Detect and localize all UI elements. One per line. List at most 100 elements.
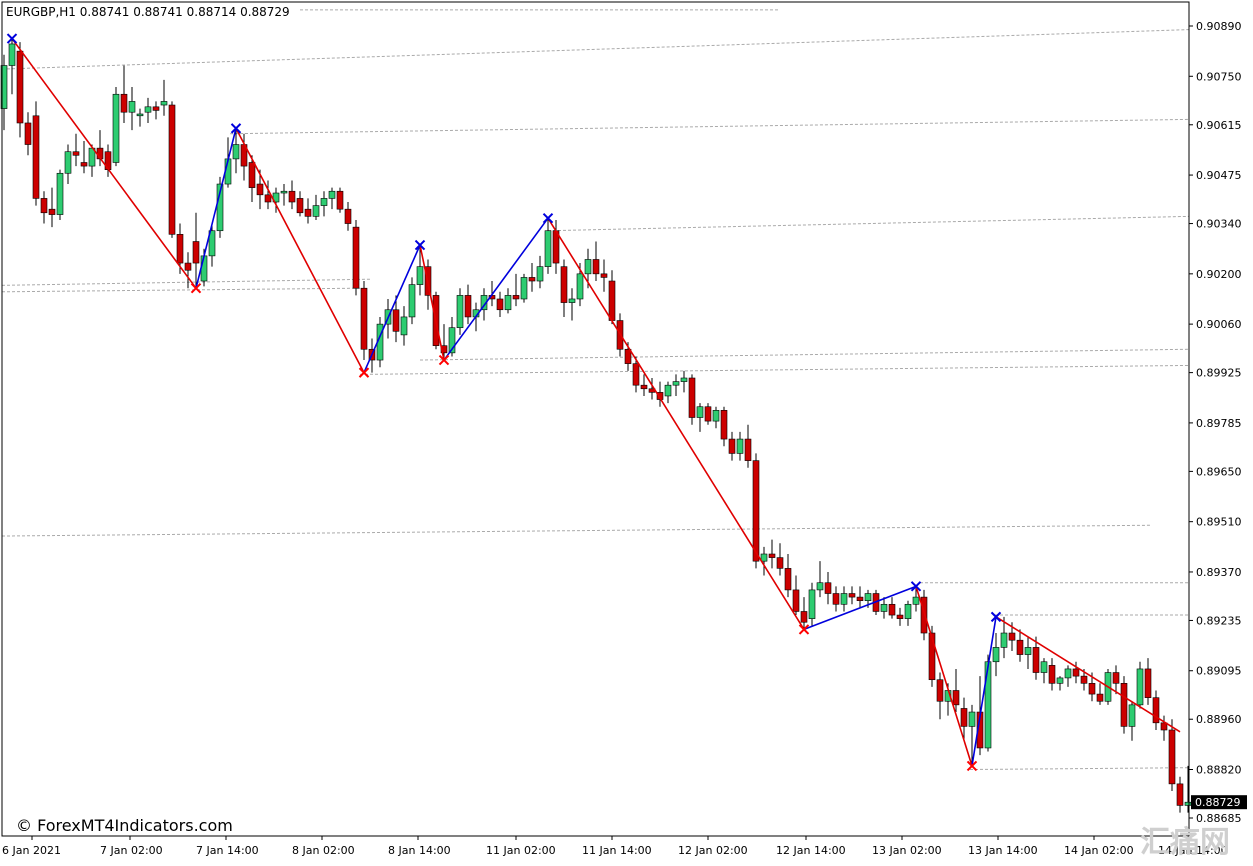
candle-body <box>352 226 360 289</box>
candle-body <box>824 582 832 594</box>
candle <box>688 374 696 425</box>
time-tick-label: 8 Jan 02:00 <box>292 844 355 857</box>
price-tick-label: 0.89095 <box>1196 665 1242 678</box>
candle-body <box>392 309 400 332</box>
candle-body <box>264 194 272 203</box>
candle-body <box>80 162 88 167</box>
candle-body <box>1144 668 1152 698</box>
candle-body <box>504 295 512 311</box>
candle-body <box>120 93 128 113</box>
time-tick-label: 7 Jan 02:00 <box>100 844 163 857</box>
candle-body <box>168 104 176 235</box>
candle-body <box>728 438 736 454</box>
price-chart[interactable]: 0.90890 0.90750 0.90615 0.90475 0.90340 0.902… <box>0 0 1253 862</box>
candle-body <box>848 593 856 598</box>
candle-body <box>1040 661 1048 673</box>
candle-body <box>544 230 552 267</box>
candle-body <box>784 568 792 591</box>
candle-body <box>584 259 592 275</box>
candle-body <box>712 410 720 422</box>
time-tick-label: 11 Jan 14:00 <box>582 844 652 857</box>
candle-body <box>416 266 424 285</box>
price-tick-label: 0.90060 <box>1196 318 1242 331</box>
candle-body <box>560 266 568 303</box>
time-tick-label: 6 Jan 2021 <box>2 844 61 857</box>
candle <box>920 589 928 641</box>
candle <box>1168 719 1176 792</box>
candle-body <box>840 593 848 605</box>
candle-body <box>608 280 616 321</box>
candle-body <box>904 603 912 619</box>
candle-body <box>912 596 920 605</box>
time-tick-label: 13 Jan 14:00 <box>968 844 1038 857</box>
candle-body <box>56 172 64 215</box>
candle <box>408 277 416 325</box>
candle-body <box>112 93 120 163</box>
candle-body <box>880 603 888 612</box>
time-tick-label: 13 Jan 02:00 <box>872 844 942 857</box>
candle-body <box>808 589 816 619</box>
price-tick-label: 0.89785 <box>1196 417 1242 430</box>
price-tick-label: 0.90340 <box>1196 218 1242 231</box>
candle-body <box>8 43 16 66</box>
candle-body <box>152 106 160 111</box>
candle-body <box>280 190 288 194</box>
candle-body <box>1112 672 1120 684</box>
time-tick-label: 11 Jan 02:00 <box>486 844 556 857</box>
candle-body <box>680 377 688 382</box>
candle-body <box>496 298 504 311</box>
candle-body <box>856 596 864 601</box>
price-tick-label: 0.88960 <box>1196 713 1242 726</box>
time-tick-label: 12 Jan 02:00 <box>678 844 748 857</box>
candle-body <box>312 205 320 217</box>
candle-body <box>1056 677 1064 684</box>
candle-body <box>816 582 824 591</box>
candle-body <box>768 553 776 558</box>
candle-body <box>776 557 784 569</box>
candle-body <box>1184 801 1192 806</box>
candle-body <box>664 384 672 397</box>
time-tick-label: 12 Jan 14:00 <box>776 844 846 857</box>
candle-body <box>248 162 256 188</box>
candle-body <box>1176 783 1184 806</box>
candle-body <box>192 241 200 264</box>
candle-body <box>1120 683 1128 727</box>
candle-body <box>1048 665 1056 684</box>
candle-body <box>360 287 368 350</box>
candle-body <box>744 438 752 461</box>
candle <box>360 281 368 361</box>
candle <box>352 219 360 296</box>
candle-body <box>752 460 760 562</box>
candle <box>168 101 176 238</box>
candle-body <box>344 208 352 224</box>
price-tag-label: 0.88729 <box>1195 796 1241 809</box>
candle-body <box>200 255 208 282</box>
candle-body <box>256 183 264 196</box>
price-tick-label: 0.89925 <box>1196 367 1242 380</box>
candle-body <box>232 144 240 160</box>
candle-body <box>144 106 152 113</box>
price-tick-label: 0.88685 <box>1196 812 1242 825</box>
candle-body <box>704 406 712 422</box>
candle-body <box>1088 683 1096 695</box>
candle-body <box>600 273 608 278</box>
candle-body <box>952 690 960 706</box>
corner-logo-text: 汇痛网 <box>1140 825 1230 860</box>
candle-body <box>1080 675 1088 684</box>
candle-body <box>304 208 312 217</box>
candle-body <box>568 298 576 303</box>
price-tick-label: 0.89510 <box>1196 516 1242 529</box>
candle-body <box>672 381 680 386</box>
price-tick-label: 0.89370 <box>1196 566 1242 579</box>
candle-body <box>296 198 304 214</box>
price-tick-label: 0.90615 <box>1196 119 1242 132</box>
candle <box>1120 676 1128 734</box>
candle-body <box>288 190 296 203</box>
price-tick-label: 0.90200 <box>1196 268 1242 281</box>
candle-body <box>40 198 48 214</box>
chart-window[interactable]: 0.90890 0.90750 0.90615 0.90475 0.90340 0.902… <box>0 0 1253 862</box>
candle-body <box>936 679 944 702</box>
candle-body <box>72 151 80 156</box>
candle-body <box>736 438 744 454</box>
candle <box>456 288 464 335</box>
